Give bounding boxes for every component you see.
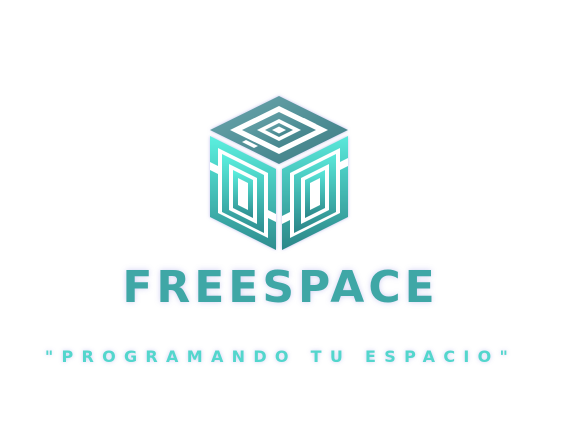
cube-icon — [210, 96, 348, 250]
tagline: "PROGRAMANDO TU ESPACIO" — [44, 347, 517, 366]
brand-name: FREESPACE — [122, 262, 439, 313]
logo-canvas: FREESPACE "PROGRAMANDO TU ESPACIO" — [0, 0, 561, 445]
